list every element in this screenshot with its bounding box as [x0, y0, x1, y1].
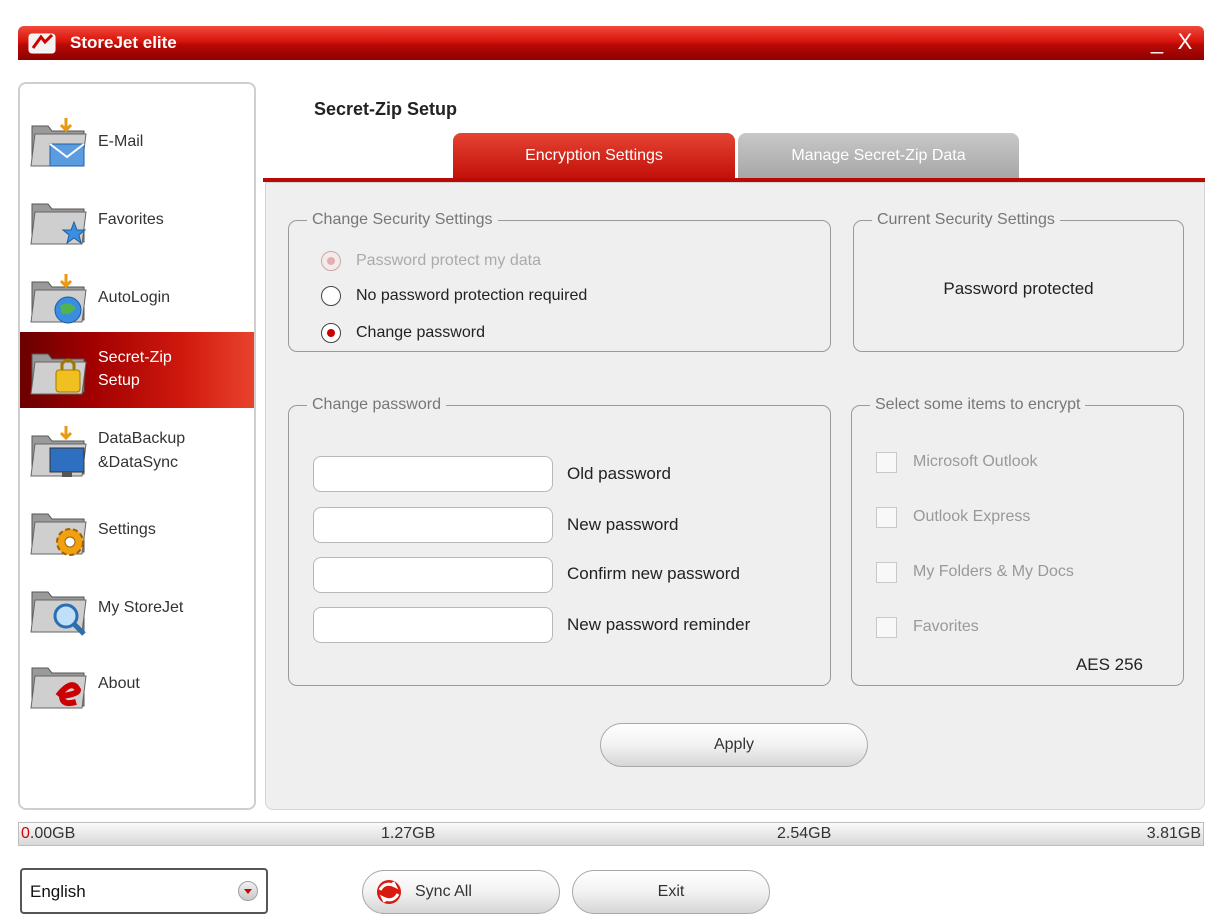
encryption-algorithm: AES 256	[1075, 655, 1143, 674]
page-title: Secret-Zip Setup	[314, 99, 458, 119]
sync-all-label: Sync All	[415, 883, 472, 900]
checkbox-label: Favorites	[913, 618, 979, 635]
sidebar-item-my-storejet[interactable]: My StoreJet	[20, 570, 254, 646]
language-select[interactable]: English	[20, 868, 268, 914]
radio-button[interactable]	[321, 251, 341, 271]
sidebar-item-label: Favorites	[98, 211, 164, 228]
radio-button[interactable]	[321, 286, 341, 306]
sidebar-item-label-line2: &DataSync	[98, 454, 179, 471]
change-security-settings-group: Change Security Settings Password protec…	[288, 211, 831, 352]
checkbox-my-folders-docs[interactable]: My Folders & My Docs	[876, 560, 1074, 584]
sidebar-item-label: Settings	[98, 521, 156, 538]
sidebar-item-label: About	[98, 675, 140, 692]
checkbox[interactable]	[876, 506, 897, 528]
current-security-value: Password protected	[943, 279, 1094, 298]
radio-button[interactable]	[321, 323, 341, 343]
checkbox[interactable]	[876, 561, 897, 583]
group-legend: Select some items to encrypt	[875, 396, 1081, 413]
sync-icon	[377, 880, 401, 904]
radio-no-password[interactable]: No password protection required	[321, 284, 587, 308]
checkbox-label: My Folders & My Docs	[913, 563, 1074, 580]
group-legend: Change password	[312, 396, 441, 413]
checkbox-favorites[interactable]: Favorites	[876, 615, 979, 639]
radio-change-password[interactable]: Change password	[321, 321, 485, 345]
title-bar: StoreJet elite _ X	[18, 26, 1204, 60]
capacity-label-0-rest: .00GB	[29, 825, 76, 842]
sidebar-item-autologin[interactable]: AutoLogin	[20, 260, 254, 336]
sidebar-item-settings[interactable]: Settings	[20, 492, 254, 568]
checkbox[interactable]	[876, 451, 897, 473]
email-folder-icon	[30, 118, 87, 167]
confirm-password-input[interactable]	[313, 557, 553, 593]
sidebar-item-label: My StoreJet	[98, 599, 184, 616]
checkbox-label: Microsoft Outlook	[913, 453, 1038, 470]
language-value: English	[30, 882, 86, 901]
autologin-folder-icon	[30, 274, 87, 324]
new-password-input[interactable]	[313, 507, 553, 543]
radio-label: Change password	[356, 324, 485, 341]
encrypt-items-group: Select some items to encrypt Microsoft O…	[851, 396, 1184, 686]
storejet-logo-icon	[28, 33, 56, 54]
sidebar-item-email[interactable]: E-Mail	[20, 104, 254, 180]
sidebar-item-secret-zip-setup[interactable]: Secret-Zip Setup	[20, 332, 254, 408]
old-password-label: Old password	[567, 464, 671, 483]
main-panel: Change Security Settings Password protec…	[265, 182, 1205, 810]
sidebar-item-label-line1: DataBackup	[98, 430, 186, 447]
capacity-used-digit: 0	[21, 825, 30, 842]
close-button[interactable]: X	[1172, 30, 1198, 56]
password-reminder-input[interactable]	[313, 607, 553, 643]
my-storejet-folder-icon	[30, 591, 87, 636]
capacity-label-1: 1.27GB	[381, 825, 436, 842]
radio-password-protect[interactable]: Password protect my data	[321, 249, 541, 273]
sidebar-item-about[interactable]: About	[20, 646, 254, 722]
checkbox[interactable]	[876, 616, 897, 638]
sidebar-item-label: E-Mail	[98, 133, 144, 150]
group-legend: Change Security Settings	[312, 211, 493, 228]
chevron-down-icon[interactable]	[238, 881, 258, 901]
checkbox-microsoft-outlook[interactable]: Microsoft Outlook	[876, 450, 1037, 474]
group-legend: Current Security Settings	[877, 211, 1055, 228]
sidebar-item-favorites[interactable]: Favorites	[20, 182, 254, 258]
new-password-label: New password	[567, 515, 679, 534]
sidebar-item-label: AutoLogin	[98, 289, 171, 306]
radio-label: Password protect my data	[356, 252, 541, 269]
tab-encryption-settings[interactable]: Encryption Settings	[453, 133, 735, 179]
sync-all-button[interactable]: Sync All	[362, 870, 560, 914]
password-reminder-label: New password reminder	[567, 615, 751, 634]
capacity-label-2: 2.54GB	[777, 825, 832, 842]
capacity-bar: 0.00GB 1.27GB 2.54GB 3.81GB	[18, 822, 1204, 846]
secret-zip-folder-icon	[30, 353, 87, 395]
radio-label: No password protection required	[356, 287, 588, 304]
minimize-button[interactable]: _	[1144, 30, 1170, 56]
tab-manage-secret-zip-data[interactable]: Manage Secret-Zip Data	[738, 133, 1019, 179]
apply-button[interactable]: Apply	[600, 723, 868, 767]
change-password-group: Change password Old password New passwor…	[288, 396, 831, 686]
favorites-folder-icon	[30, 203, 87, 245]
sidebar: E-Mail Favorites AutoLogin Secret-Zip Se…	[18, 82, 256, 810]
current-security-settings-group: Current Security Settings Password prote…	[853, 211, 1184, 352]
capacity-label-3: 3.81GB	[1146, 825, 1201, 842]
exit-button[interactable]: Exit	[572, 870, 770, 914]
about-folder-icon	[30, 667, 87, 709]
window-title: StoreJet elite	[70, 33, 177, 52]
databackup-folder-icon	[30, 426, 87, 477]
sidebar-item-label-line2: Setup	[98, 372, 140, 389]
capacity-label-0: 0.00GB	[21, 825, 75, 843]
old-password-input[interactable]	[313, 456, 553, 492]
confirm-password-label: Confirm new password	[567, 564, 740, 583]
settings-folder-icon	[30, 513, 87, 556]
checkbox-outlook-express[interactable]: Outlook Express	[876, 505, 1030, 529]
sidebar-item-label-line1: Secret-Zip	[98, 349, 172, 366]
checkbox-label: Outlook Express	[913, 508, 1031, 525]
sidebar-item-databackup[interactable]: DataBackup &DataSync	[20, 414, 254, 490]
